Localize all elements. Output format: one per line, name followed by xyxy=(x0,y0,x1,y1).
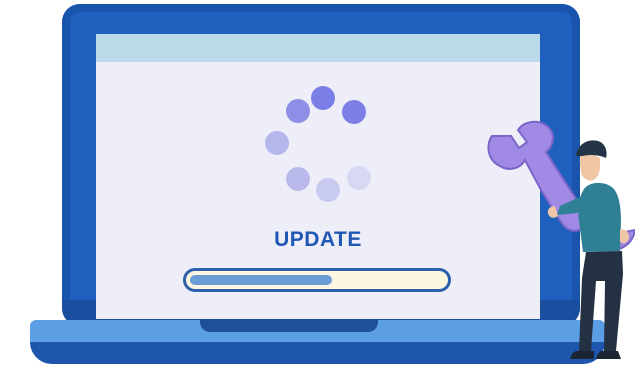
update-progress-fill xyxy=(190,275,332,285)
spinner-dot xyxy=(316,178,340,202)
technician-with-wrench xyxy=(487,120,635,359)
spinner-dot xyxy=(342,100,366,124)
screen-topbar xyxy=(96,34,540,62)
laptop-screen: UPDATE xyxy=(96,34,540,319)
laptop-notch xyxy=(200,320,378,332)
spinner-dot xyxy=(265,131,289,155)
spinner-dot xyxy=(286,99,310,123)
spinner-dot xyxy=(311,86,335,110)
update-status-label: UPDATE xyxy=(274,228,362,251)
update-progress-bar xyxy=(183,268,451,292)
spinner-dot xyxy=(347,166,371,190)
update-illustration: UPDATE xyxy=(0,0,635,372)
loading-spinner-icon xyxy=(246,76,376,206)
spinner-dot xyxy=(286,167,310,191)
